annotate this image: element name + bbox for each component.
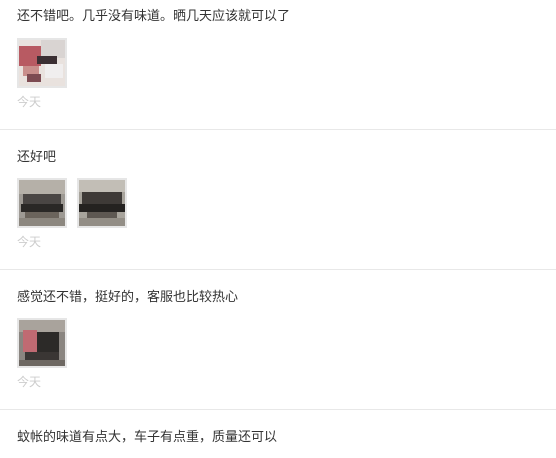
review-photo-thumbnail[interactable] [17,178,67,228]
review-text: 蚊帐的味道有点大，车子有点重，质量还可以 [17,430,278,445]
review-time: 今天 [17,235,42,249]
photo-image [19,40,65,86]
review-photo-thumbnail[interactable] [77,178,127,228]
review-text: 感觉还不错，挺好的，客服也比较热心 [17,290,239,305]
photo-image [79,180,125,226]
photo-image [19,320,65,366]
review-time: 今天 [17,95,42,109]
review-list: 还不错吧。几乎没有味道。晒几天应该就可以了 今天 还好吧 今天 感觉还不错，挺好… [0,0,556,458]
review-text: 还好吧 [17,150,57,165]
review-photo-thumbnail[interactable] [17,318,67,368]
review-item: 蚊帐的味道有点大，车子有点重，质量还可以 [0,409,556,458]
review-photo-thumbnail[interactable] [17,38,67,88]
photo-image [19,180,65,226]
review-item: 感觉还不错，挺好的，客服也比较热心 今天 [0,269,556,410]
review-time: 今天 [17,375,42,389]
review-item: 还不错吧。几乎没有味道。晒几天应该就可以了 今天 [0,0,556,130]
review-text: 还不错吧。几乎没有味道。晒几天应该就可以了 [17,9,291,24]
review-item: 还好吧 今天 [0,129,556,270]
